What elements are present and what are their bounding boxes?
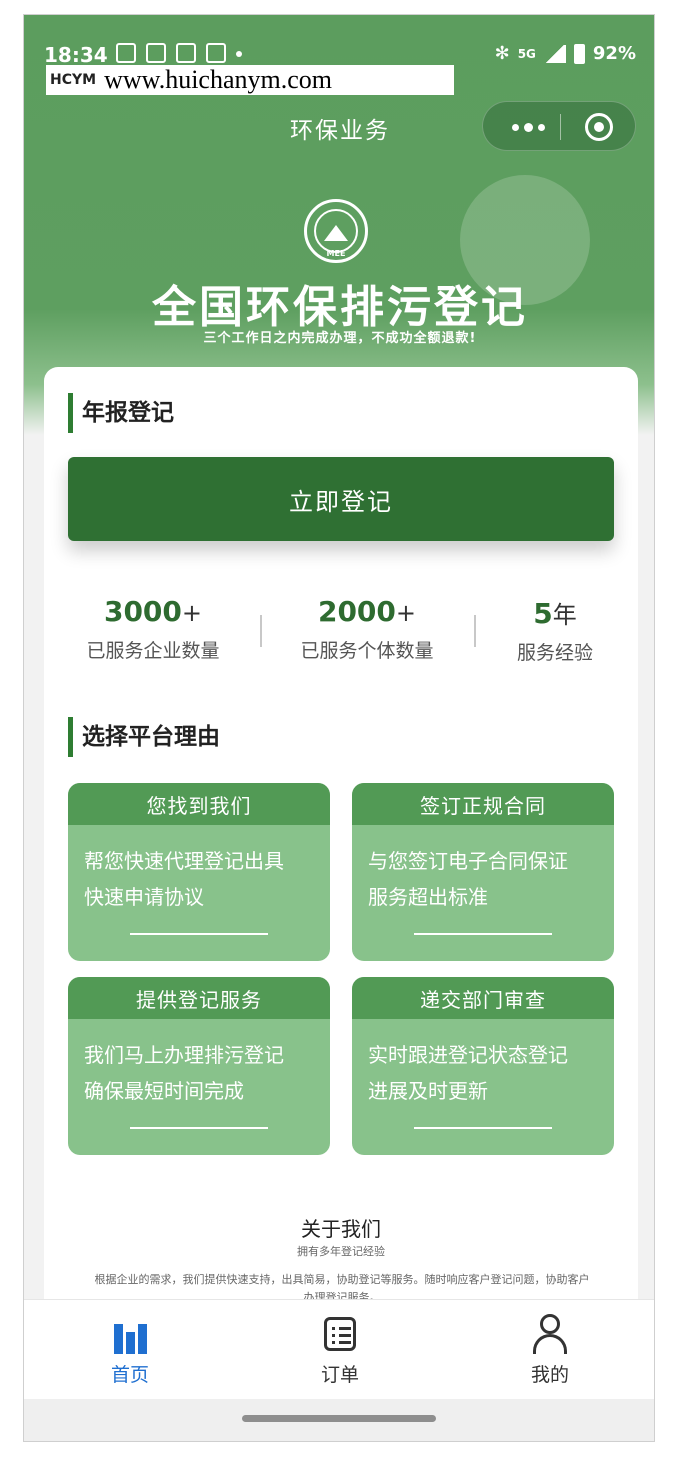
reason-card[interactable]: 递交部门审查 实时跟进登记状态登记 进展及时更新 bbox=[352, 977, 614, 1155]
watermark: HCYM www.huichanym.com bbox=[46, 65, 454, 95]
battery-icon bbox=[573, 43, 585, 64]
signal-icon bbox=[543, 44, 566, 63]
tab-label: 首页 bbox=[110, 1364, 149, 1386]
watermark-url: www.huichanym.com bbox=[104, 65, 332, 94]
paw-icon bbox=[146, 43, 166, 63]
capsule-divider bbox=[560, 114, 561, 140]
close-target-icon[interactable] bbox=[585, 113, 613, 141]
section-title-annual: 年报登记 bbox=[68, 393, 174, 433]
paw-icon bbox=[176, 43, 196, 63]
reason-card-divider bbox=[414, 933, 552, 935]
more-dot-icon bbox=[236, 51, 242, 57]
reason-card-text: 确保最短时间完成 bbox=[84, 1079, 244, 1103]
tab-home[interactable]: 首页 bbox=[70, 1314, 190, 1387]
tab-bar: 首页 订单 我的 bbox=[24, 1299, 654, 1399]
network-label: 5G bbox=[517, 46, 536, 61]
stat-label: 已服务个体数量 bbox=[300, 640, 434, 662]
stat-suffix: 年 bbox=[552, 601, 577, 629]
reason-card-divider bbox=[130, 933, 268, 935]
status-right: ✻ 5G 92% bbox=[495, 43, 636, 64]
battery-level: 92% bbox=[592, 43, 636, 64]
more-icon[interactable] bbox=[503, 112, 553, 142]
reason-card-divider bbox=[414, 1127, 552, 1129]
stat-suffix: + bbox=[181, 599, 203, 627]
reason-card-title: 提供登记服务 bbox=[68, 977, 330, 1019]
about-title: 关于我们 bbox=[301, 1217, 381, 1241]
stat-label: 已服务企业数量 bbox=[86, 640, 220, 662]
about-subtitle: 拥有多年登记经验 bbox=[297, 1245, 385, 1258]
register-now-button[interactable]: 立即登记 bbox=[68, 457, 614, 541]
mini-program-capsule bbox=[482, 101, 636, 151]
tab-mine[interactable]: 我的 bbox=[490, 1314, 610, 1387]
paw-icon bbox=[206, 43, 226, 63]
stat-value: 2000 bbox=[317, 595, 396, 628]
reason-card[interactable]: 提供登记服务 我们马上办理排污登记 确保最短时间完成 bbox=[68, 977, 330, 1155]
hero-title: 全国环保排污登记 bbox=[152, 282, 528, 333]
stat-suffix: + bbox=[395, 599, 417, 627]
reason-card[interactable]: 您找到我们 帮您快速代理登记出具 快速申请协议 bbox=[68, 783, 330, 961]
stat-divider bbox=[260, 615, 262, 647]
reason-card-title: 签订正规合同 bbox=[352, 783, 614, 825]
stat-label: 服务经验 bbox=[516, 642, 593, 664]
home-icon bbox=[110, 1314, 150, 1354]
bluetooth-icon: ✻ bbox=[494, 43, 510, 64]
tab-label: 订单 bbox=[320, 1364, 359, 1386]
reason-card-text: 进展及时更新 bbox=[368, 1079, 488, 1103]
message-icon bbox=[116, 43, 136, 63]
reason-card-text: 帮您快速代理登记出具 bbox=[84, 849, 284, 873]
reason-card-divider bbox=[130, 1127, 268, 1129]
section-title-reasons: 选择平台理由 bbox=[68, 717, 220, 757]
tab-orders[interactable]: 订单 bbox=[280, 1314, 400, 1387]
stat-experience: 5年 服务经验 bbox=[460, 595, 650, 665]
stat-individuals: 2000+ 已服务个体数量 bbox=[272, 595, 462, 663]
stats-row: 3000+ 已服务企业数量 2000+ 已服务个体数量 5年 服务经验 bbox=[44, 595, 638, 675]
user-icon bbox=[530, 1314, 570, 1354]
notification-icons bbox=[116, 43, 242, 63]
reason-card-text: 我们马上办理排污登记 bbox=[84, 1043, 284, 1067]
stat-value: 5 bbox=[533, 597, 553, 630]
reason-card-text: 快速申请协议 bbox=[84, 885, 204, 909]
stat-value: 3000 bbox=[103, 595, 182, 628]
main-card: 年报登记 立即登记 3000+ 已服务企业数量 2000+ 已服务个体数量 5年… bbox=[44, 367, 638, 1327]
reason-card-text: 实时跟进登记状态登记 bbox=[368, 1043, 568, 1067]
home-indicator[interactable] bbox=[242, 1415, 436, 1422]
order-icon bbox=[324, 1317, 356, 1351]
stat-enterprises: 3000+ 已服务企业数量 bbox=[58, 595, 248, 663]
reason-card-text: 服务超出标准 bbox=[368, 885, 488, 909]
emblem-text: MEE bbox=[326, 249, 346, 258]
tab-label: 我的 bbox=[530, 1364, 569, 1386]
status-time: 18:34 bbox=[44, 43, 108, 67]
home-indicator-area bbox=[24, 1399, 654, 1441]
mee-emblem-icon: MEE bbox=[304, 199, 368, 263]
phone-screen: 18:34 ✻ 5G 92% HCYM www.huichanym.com 环保… bbox=[23, 14, 655, 1442]
reason-card-title: 您找到我们 bbox=[68, 783, 330, 825]
reason-card-text: 与您签订电子合同保证 bbox=[368, 849, 568, 873]
reason-card[interactable]: 签订正规合同 与您签订电子合同保证 服务超出标准 bbox=[352, 783, 614, 961]
reason-card-title: 递交部门审查 bbox=[352, 977, 614, 1019]
watermark-logo: HCYM bbox=[50, 72, 97, 88]
hero-subtitle: 三个工作日之内完成办理，不成功全额退款! bbox=[203, 331, 477, 346]
